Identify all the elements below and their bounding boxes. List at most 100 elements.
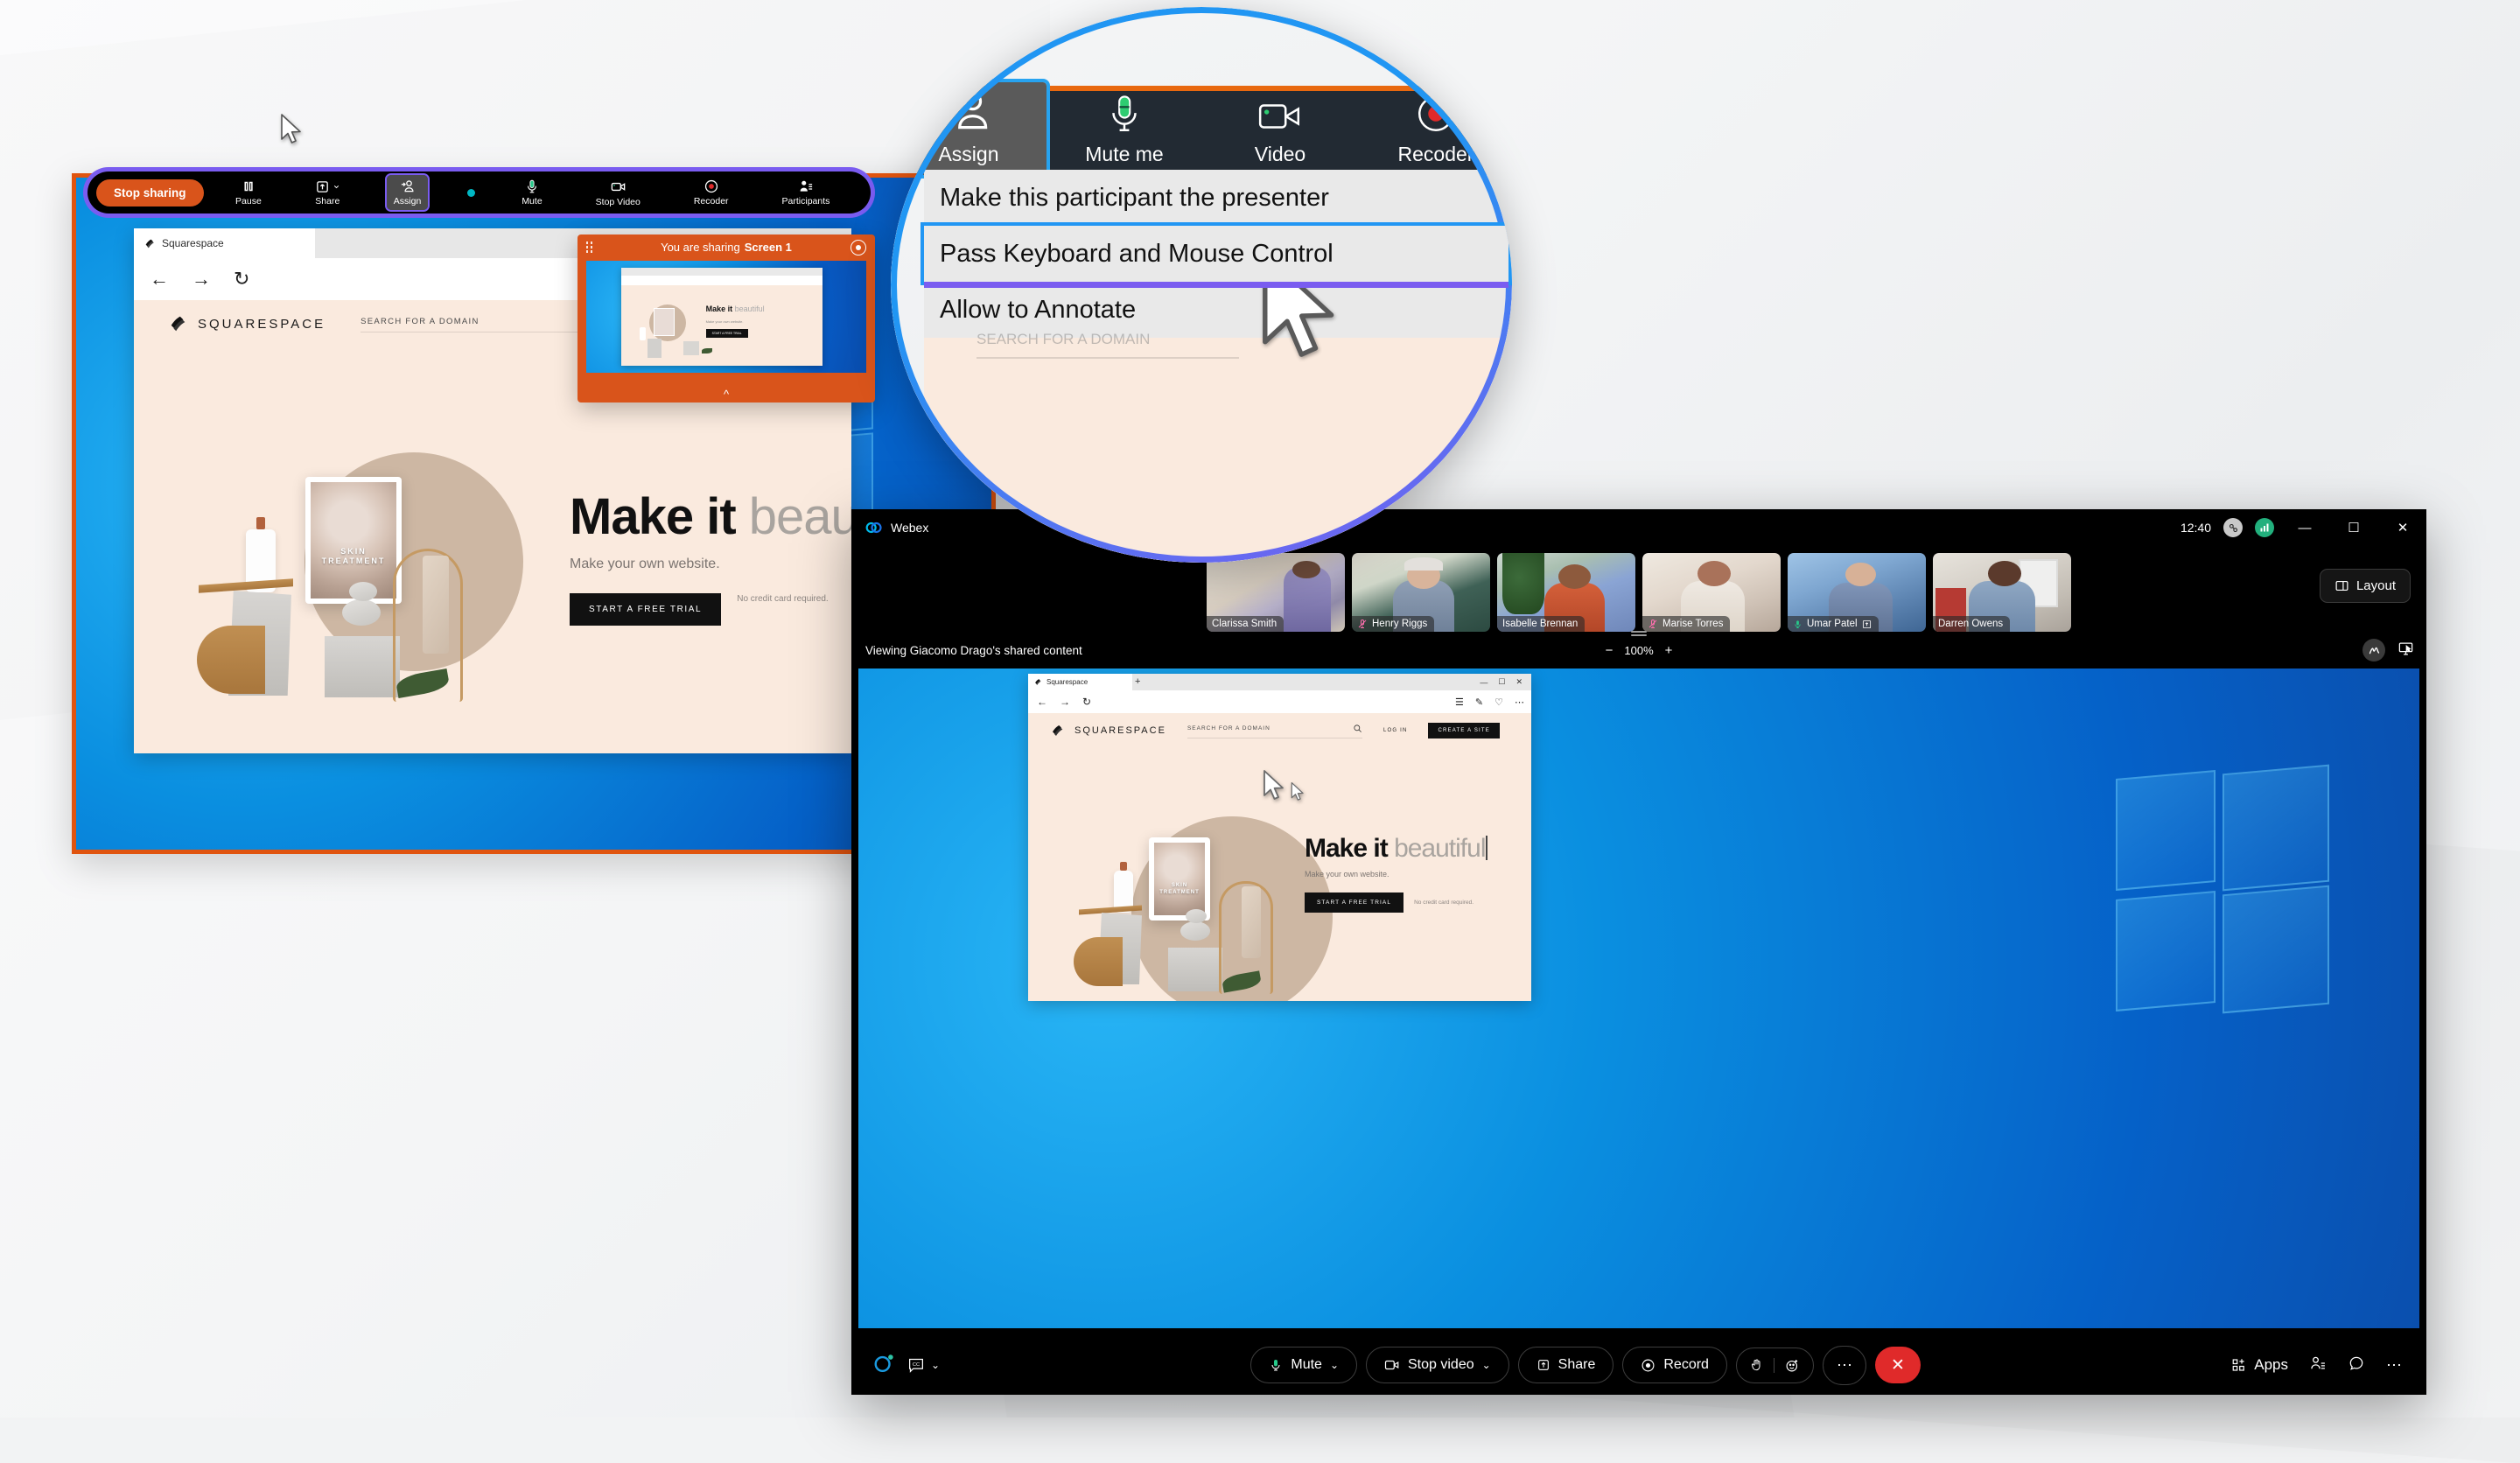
zoom-in-button[interactable]: + xyxy=(1665,643,1673,658)
start-free-trial-button[interactable]: START A FREE TRIAL xyxy=(1305,892,1404,913)
share-bar-item-recoder[interactable]: Recoder xyxy=(687,175,736,210)
reactions-button[interactable] xyxy=(1735,1347,1814,1383)
stop-sharing-button[interactable]: Stop sharing xyxy=(96,178,204,206)
menu-item-allow-annotate[interactable]: Allow to Annotate xyxy=(924,282,1508,338)
microphone-icon xyxy=(1795,620,1801,628)
shared-screen-thumbnail[interactable]: Make it beautiful Make your own website.… xyxy=(586,261,866,373)
squarespace-page: SQUARESPACE SEARCH FOR A DOMAIN LOG IN C… xyxy=(1028,713,1531,1001)
window-maximize-button[interactable]: ☐ xyxy=(2335,509,2372,546)
participant-name: Henry Riggs xyxy=(1372,619,1428,629)
mute-button[interactable]: Mute ⌄ xyxy=(1250,1347,1357,1383)
window-minimize-button[interactable]: — xyxy=(1480,678,1488,687)
forward-icon[interactable]: → xyxy=(1060,696,1070,708)
share-bar-item-stop-video[interactable]: Stop Video xyxy=(589,175,648,211)
window-close-button[interactable]: ✕ xyxy=(2384,509,2421,546)
participant-tile[interactable]: Darren Owens xyxy=(1933,553,2071,632)
reload-icon[interactable]: ↻ xyxy=(1082,696,1091,708)
hero-towel xyxy=(423,556,449,654)
menu-item-make-presenter[interactable]: Make this participant the presenter xyxy=(924,170,1508,226)
participant-name: Umar Patel xyxy=(1807,619,1858,629)
hero-subtitle: Make your own website. xyxy=(1305,870,1390,878)
share-bar-item-participants[interactable]: Participants xyxy=(775,175,837,210)
participant-nameplate: Clarissa Smith xyxy=(1207,616,1284,632)
stop-video-button[interactable]: Stop video ⌄ xyxy=(1366,1347,1509,1383)
forward-icon[interactable]: → xyxy=(192,268,211,290)
participant-nameplate: Darren Owens xyxy=(1933,616,2011,632)
back-icon[interactable]: ← xyxy=(150,268,169,290)
end-call-button[interactable]: ✕ xyxy=(1874,1347,1921,1383)
hero-wood-arc xyxy=(197,626,265,694)
participant-tile[interactable]: Isabelle Brennan xyxy=(1497,553,1635,632)
share-button[interactable]: Share xyxy=(1517,1347,1614,1383)
camera-icon xyxy=(1384,1360,1399,1370)
hero-stone-1 xyxy=(1180,921,1210,941)
share-bar-label: Participants xyxy=(781,196,830,206)
chevron-down-icon[interactable]: ⌄ xyxy=(1482,1359,1491,1371)
participant-tile[interactable]: Clarissa Smith xyxy=(1207,553,1345,632)
apps-button-label: Apps xyxy=(2254,1356,2288,1373)
hero-note: No credit card required. xyxy=(1414,900,1474,906)
squarespace-hero: SKINTREATMENT Make it beautiful Make you… xyxy=(134,347,851,753)
magnified-recoder-button[interactable]: Recoder xyxy=(1358,82,1512,175)
apps-button[interactable]: Apps xyxy=(2231,1356,2288,1374)
hero-title: Make it beautiful xyxy=(1305,834,1488,863)
start-free-trial-button[interactable]: START A FREE TRIAL xyxy=(570,593,722,626)
share-bar-item-pause[interactable]: Pause xyxy=(228,175,269,210)
collapse-chevron-icon[interactable]: ^ xyxy=(578,388,875,401)
closed-captions-icon: CC xyxy=(909,1358,923,1373)
chat-button[interactable] xyxy=(2348,1354,2365,1376)
menu-item-pass-keyboard-mouse-control[interactable]: Pass Keyboard and Mouse Control xyxy=(920,222,1512,285)
more-options-button[interactable]: ⋯ xyxy=(1822,1345,1866,1385)
squarespace-header: SQUARESPACE SEARCH FOR A DOMAIN LOG IN C… xyxy=(1028,713,1531,748)
zoom-out-button[interactable]: − xyxy=(1606,643,1614,658)
magnified-assign-button[interactable]: Assign xyxy=(891,79,1050,178)
share-bar-item-assign[interactable]: Assign xyxy=(384,173,430,212)
reload-icon[interactable]: ↻ xyxy=(234,268,249,290)
webex-assistant-icon[interactable] xyxy=(872,1352,895,1379)
reading-list-icon[interactable]: ☰ xyxy=(1455,696,1464,708)
closed-captions-button[interactable]: CC ⌄ xyxy=(907,1357,940,1373)
favorites-icon[interactable]: ♡ xyxy=(1494,696,1503,708)
browser-tab[interactable]: Squarespace xyxy=(134,228,315,258)
participant-tile[interactable]: Umar Patel xyxy=(1788,553,1926,632)
network-strength-icon[interactable] xyxy=(2255,518,2274,537)
more-options-icon[interactable]: ⋯ xyxy=(1515,696,1524,708)
window-maximize-button[interactable]: ☐ xyxy=(1498,677,1505,687)
annotate-pen-icon[interactable] xyxy=(2362,639,2385,662)
new-tab-button[interactable]: + xyxy=(1135,676,1140,687)
notes-icon[interactable]: ✎ xyxy=(1475,696,1483,708)
magnified-video-button[interactable]: Video xyxy=(1202,82,1358,175)
login-link[interactable]: LOG IN xyxy=(1383,728,1408,733)
drag-handle-icon[interactable] xyxy=(586,242,595,253)
presence-dot xyxy=(467,188,476,197)
magnified-toolbar-label: Mute me xyxy=(1085,143,1164,165)
magnified-toolbar-label: Video xyxy=(1254,143,1306,165)
browser-tab[interactable]: Squarespace xyxy=(1028,674,1132,690)
layout-button[interactable]: Layout xyxy=(2319,569,2411,603)
window-minimize-button[interactable]: — xyxy=(2286,509,2323,546)
participants-button[interactable] xyxy=(2309,1354,2327,1376)
tablet-caption: SKIN TREATMENT xyxy=(321,546,386,565)
share-bar-item-share[interactable]: Share xyxy=(308,176,347,210)
squarespace-favicon xyxy=(145,239,154,248)
connection-icon[interactable] xyxy=(2223,518,2243,537)
record-icon[interactable] xyxy=(850,240,866,256)
domain-search-input[interactable]: SEARCH FOR A DOMAIN xyxy=(1186,724,1362,738)
share-screen-icon xyxy=(316,180,328,192)
more-options-button[interactable]: ⋯ xyxy=(2386,1356,2402,1375)
back-icon[interactable]: ← xyxy=(1037,696,1047,708)
selected-item-underline xyxy=(924,282,1508,288)
participant-tile[interactable]: Henry Riggs xyxy=(1352,553,1490,632)
participant-tile[interactable]: Marise Torres xyxy=(1642,553,1781,632)
share-bar-item-mute[interactable]: Mute xyxy=(514,175,549,210)
record-icon xyxy=(1642,1359,1655,1371)
create-a-site-button[interactable]: CREATE A SITE xyxy=(1428,723,1500,738)
chevron-down-icon[interactable]: ⌄ xyxy=(1330,1359,1339,1371)
window-close-button[interactable]: ✕ xyxy=(1516,677,1522,687)
layout-button-label: Layout xyxy=(2356,578,2396,593)
chat-bubble-icon xyxy=(2349,1356,2363,1370)
remote-control-icon[interactable] xyxy=(2398,640,2414,660)
record-button[interactable]: Record xyxy=(1622,1347,1727,1383)
microphone-muted-icon xyxy=(1358,620,1367,628)
magnified-mute-me-button[interactable]: Mute me xyxy=(1046,82,1202,175)
